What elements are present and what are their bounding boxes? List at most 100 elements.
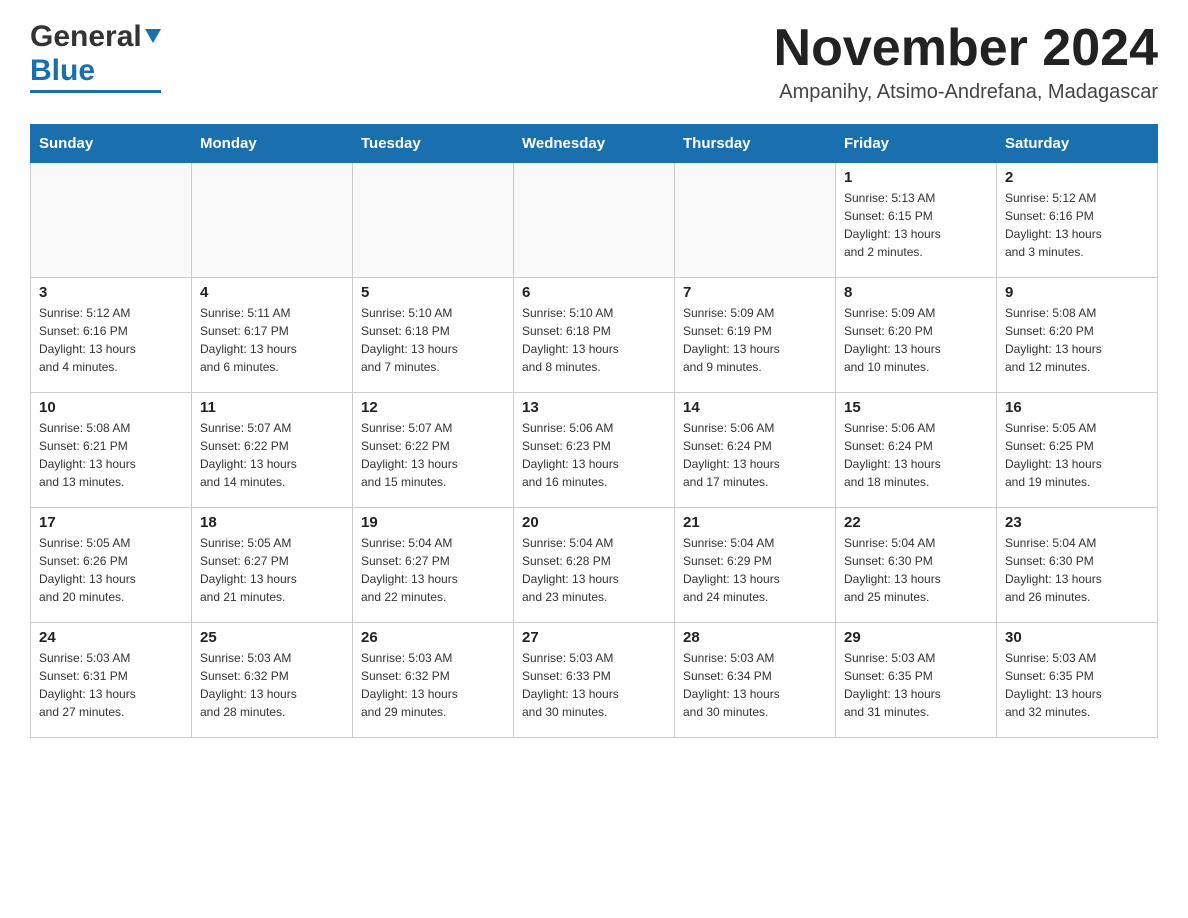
day-info: Sunrise: 5:12 AM Sunset: 6:16 PM Dayligh… <box>39 306 136 374</box>
calendar-cell: 29 Sunrise: 5:03 AM Sunset: 6:35 PM Dayli… <box>836 623 997 738</box>
calendar-cell: 5 Sunrise: 5:10 AM Sunset: 6:18 PM Daylig… <box>353 278 514 393</box>
day-number: 29 <box>844 629 988 646</box>
day-info: Sunrise: 5:11 AM Sunset: 6:17 PM Dayligh… <box>200 306 297 374</box>
day-info: Sunrise: 5:03 AM Sunset: 6:32 PM Dayligh… <box>361 651 458 719</box>
calendar-cell: 19 Sunrise: 5:04 AM Sunset: 6:27 PM Dayli… <box>353 508 514 623</box>
calendar-cell: 14 Sunrise: 5:06 AM Sunset: 6:24 PM Dayli… <box>675 393 836 508</box>
calendar-cell: 10 Sunrise: 5:08 AM Sunset: 6:21 PM Dayli… <box>31 393 192 508</box>
day-info: Sunrise: 5:07 AM Sunset: 6:22 PM Dayligh… <box>361 421 458 489</box>
day-number: 26 <box>361 629 505 646</box>
calendar-cell: 16 Sunrise: 5:05 AM Sunset: 6:25 PM Dayli… <box>997 393 1158 508</box>
day-info: Sunrise: 5:04 AM Sunset: 6:27 PM Dayligh… <box>361 536 458 604</box>
day-info: Sunrise: 5:06 AM Sunset: 6:24 PM Dayligh… <box>683 421 780 489</box>
day-number: 9 <box>1005 284 1149 301</box>
day-info: Sunrise: 5:09 AM Sunset: 6:20 PM Dayligh… <box>844 306 941 374</box>
day-number: 10 <box>39 399 183 416</box>
month-title: November 2024 <box>774 20 1158 77</box>
day-number: 16 <box>1005 399 1149 416</box>
logo-blue-text: Blue <box>30 54 95 88</box>
day-info: Sunrise: 5:04 AM Sunset: 6:28 PM Dayligh… <box>522 536 619 604</box>
calendar-header-wednesday: Wednesday <box>514 125 675 163</box>
day-number: 25 <box>200 629 344 646</box>
calendar-header-thursday: Thursday <box>675 125 836 163</box>
calendar-cell: 28 Sunrise: 5:03 AM Sunset: 6:34 PM Dayli… <box>675 623 836 738</box>
day-info: Sunrise: 5:09 AM Sunset: 6:19 PM Dayligh… <box>683 306 780 374</box>
logo-triangle-icon <box>145 29 161 48</box>
location-title: Ampanihy, Atsimo-Andrefana, Madagascar <box>774 81 1158 104</box>
calendar-cell: 12Sunrise: 5:07 AM Sunset: 6:22 PM Dayli… <box>353 393 514 508</box>
calendar-cell: 9 Sunrise: 5:08 AM Sunset: 6:20 PM Daylig… <box>997 278 1158 393</box>
calendar-cell: 4 Sunrise: 5:11 AM Sunset: 6:17 PM Daylig… <box>192 278 353 393</box>
day-number: 23 <box>1005 514 1149 531</box>
day-number: 1 <box>844 169 988 186</box>
day-info: Sunrise: 5:06 AM Sunset: 6:23 PM Dayligh… <box>522 421 619 489</box>
day-info: Sunrise: 5:10 AM Sunset: 6:18 PM Dayligh… <box>522 306 619 374</box>
day-info: Sunrise: 5:03 AM Sunset: 6:35 PM Dayligh… <box>1005 651 1102 719</box>
title-area: November 2024 Ampanihy, Atsimo-Andrefana… <box>774 20 1158 104</box>
day-info: Sunrise: 5:12 AM Sunset: 6:16 PM Dayligh… <box>1005 191 1102 259</box>
calendar-cell: 7 Sunrise: 5:09 AM Sunset: 6:19 PM Daylig… <box>675 278 836 393</box>
day-info: Sunrise: 5:03 AM Sunset: 6:31 PM Dayligh… <box>39 651 136 719</box>
day-info: Sunrise: 5:08 AM Sunset: 6:20 PM Dayligh… <box>1005 306 1102 374</box>
day-number: 4 <box>200 284 344 301</box>
day-number: 6 <box>522 284 666 301</box>
calendar-header-monday: Monday <box>192 125 353 163</box>
calendar-cell: 30 Sunrise: 5:03 AM Sunset: 6:35 PM Dayli… <box>997 623 1158 738</box>
calendar-cell: 23 Sunrise: 5:04 AM Sunset: 6:30 PM Dayli… <box>997 508 1158 623</box>
calendar-cell: 22 Sunrise: 5:04 AM Sunset: 6:30 PM Dayli… <box>836 508 997 623</box>
day-info: Sunrise: 5:10 AM Sunset: 6:18 PM Dayligh… <box>361 306 458 374</box>
day-number: 13 <box>522 399 666 416</box>
calendar-cell: 2 Sunrise: 5:12 AM Sunset: 6:16 PM Daylig… <box>997 163 1158 278</box>
day-info: Sunrise: 5:03 AM Sunset: 6:34 PM Dayligh… <box>683 651 780 719</box>
day-info: Sunrise: 5:07 AM Sunset: 6:22 PM Dayligh… <box>200 421 297 489</box>
day-number: 5 <box>361 284 505 301</box>
calendar-cell: 18Sunrise: 5:05 AM Sunset: 6:27 PM Dayli… <box>192 508 353 623</box>
day-number: 17 <box>39 514 183 531</box>
day-number: 28 <box>683 629 827 646</box>
calendar-week-row: 1 Sunrise: 5:13 AM Sunset: 6:15 PM Daylig… <box>31 163 1158 278</box>
day-info: Sunrise: 5:05 AM Sunset: 6:26 PM Dayligh… <box>39 536 136 604</box>
calendar-cell <box>514 163 675 278</box>
day-info: Sunrise: 5:04 AM Sunset: 6:29 PM Dayligh… <box>683 536 780 604</box>
calendar-cell: 21Sunrise: 5:04 AM Sunset: 6:29 PM Dayli… <box>675 508 836 623</box>
calendar-cell: 20Sunrise: 5:04 AM Sunset: 6:28 PM Dayli… <box>514 508 675 623</box>
day-number: 14 <box>683 399 827 416</box>
day-info: Sunrise: 5:13 AM Sunset: 6:15 PM Dayligh… <box>844 191 941 259</box>
day-number: 7 <box>683 284 827 301</box>
calendar-week-row: 17 Sunrise: 5:05 AM Sunset: 6:26 PM Dayli… <box>31 508 1158 623</box>
day-info: Sunrise: 5:03 AM Sunset: 6:35 PM Dayligh… <box>844 651 941 719</box>
day-info: Sunrise: 5:05 AM Sunset: 6:25 PM Dayligh… <box>1005 421 1102 489</box>
calendar-header-sunday: Sunday <box>31 125 192 163</box>
calendar-header-friday: Friday <box>836 125 997 163</box>
calendar-cell <box>675 163 836 278</box>
calendar-cell: 24 Sunrise: 5:03 AM Sunset: 6:31 PM Dayli… <box>31 623 192 738</box>
day-number: 15 <box>844 399 988 416</box>
day-info: Sunrise: 5:03 AM Sunset: 6:33 PM Dayligh… <box>522 651 619 719</box>
calendar-cell <box>192 163 353 278</box>
calendar-header-row: SundayMondayTuesdayWednesdayThursdayFrid… <box>31 125 1158 163</box>
day-number: 22 <box>844 514 988 531</box>
calendar-cell: 27Sunrise: 5:03 AM Sunset: 6:33 PM Dayli… <box>514 623 675 738</box>
calendar-cell: 13 Sunrise: 5:06 AM Sunset: 6:23 PM Dayli… <box>514 393 675 508</box>
day-info: Sunrise: 5:06 AM Sunset: 6:24 PM Dayligh… <box>844 421 941 489</box>
day-info: Sunrise: 5:03 AM Sunset: 6:32 PM Dayligh… <box>200 651 297 719</box>
day-number: 2 <box>1005 169 1149 186</box>
day-info: Sunrise: 5:04 AM Sunset: 6:30 PM Dayligh… <box>1005 536 1102 604</box>
calendar-cell: 8 Sunrise: 5:09 AM Sunset: 6:20 PM Daylig… <box>836 278 997 393</box>
day-number: 30 <box>1005 629 1149 646</box>
day-info: Sunrise: 5:04 AM Sunset: 6:30 PM Dayligh… <box>844 536 941 604</box>
day-number: 3 <box>39 284 183 301</box>
calendar-cell: 1 Sunrise: 5:13 AM Sunset: 6:15 PM Daylig… <box>836 163 997 278</box>
calendar-cell: 11 Sunrise: 5:07 AM Sunset: 6:22 PM Dayli… <box>192 393 353 508</box>
day-number: 18 <box>200 514 344 531</box>
day-number: 11 <box>200 399 344 416</box>
calendar-header-saturday: Saturday <box>997 125 1158 163</box>
calendar-cell: 6 Sunrise: 5:10 AM Sunset: 6:18 PM Daylig… <box>514 278 675 393</box>
calendar-cell: 17 Sunrise: 5:05 AM Sunset: 6:26 PM Dayli… <box>31 508 192 623</box>
page-header: General Blue November 2024 Ampanihy, Ats… <box>30 20 1158 104</box>
day-info: Sunrise: 5:08 AM Sunset: 6:21 PM Dayligh… <box>39 421 136 489</box>
day-number: 19 <box>361 514 505 531</box>
day-number: 8 <box>844 284 988 301</box>
day-number: 24 <box>39 629 183 646</box>
logo: General Blue <box>30 20 161 93</box>
